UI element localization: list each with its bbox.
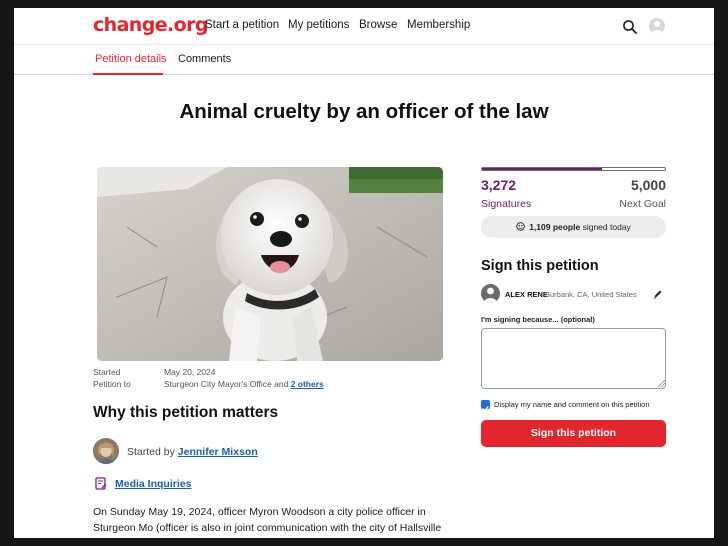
user-avatar-icon[interactable] <box>649 18 665 34</box>
why-heading: Why this petition matters <box>93 404 279 421</box>
display-name-label: Display my name and comment on this peti… <box>494 400 650 409</box>
search-icon[interactable] <box>622 19 638 35</box>
petition-to-targets: Sturgeon City Mayor's Office and <box>164 379 289 389</box>
goal-count: 5,000 <box>630 177 666 193</box>
pencil-icon[interactable] <box>653 289 663 299</box>
nav-membership[interactable]: Membership <box>407 19 470 31</box>
started-date: May 20, 2024 <box>164 367 216 377</box>
petition-photo <box>97 167 443 361</box>
story-line: Sturgeon Mo (officer is also in joint co… <box>93 522 442 534</box>
petition-title: Animal cruelty by an officer of the law <box>179 100 549 123</box>
started-by: Started by Jennifer Mixson <box>127 446 258 458</box>
signature-progress-fill <box>482 168 602 170</box>
nav-start-petition[interactable]: Start a petition <box>205 19 279 31</box>
signed-today-count: 1,109 people <box>529 222 581 232</box>
display-name-checkbox[interactable] <box>481 400 490 412</box>
goal-label: Next Goal <box>619 198 666 210</box>
reason-textarea[interactable] <box>481 328 666 389</box>
reason-label: I'm signing because... (optional) <box>481 315 595 324</box>
started-by-prefix: Started by <box>127 446 175 458</box>
sign-petition-heading: Sign this petition <box>481 258 599 274</box>
petition-story: On Sunday May 19, 2024, officer Myron Wo… <box>93 504 453 536</box>
nav-my-petitions[interactable]: My petitions <box>288 19 349 31</box>
browser-page: change.org Start a petition My petitions… <box>14 8 714 538</box>
tab-comments[interactable]: Comments <box>178 53 231 65</box>
story-line: On Sunday May 19, 2024, officer Myron Wo… <box>93 506 426 518</box>
signature-count: 3,272 <box>481 177 517 193</box>
starter-name-link[interactable]: Jennifer Mixson <box>178 446 258 458</box>
sign-petition-button[interactable]: Sign this petition <box>481 420 666 447</box>
signer-name: ALEX RENE <box>505 290 548 299</box>
petition-to-label: Petition to <box>93 379 131 389</box>
change-org-logo[interactable]: change.org <box>93 14 208 36</box>
signature-progress-bar <box>481 167 666 171</box>
active-tab-indicator <box>93 73 163 75</box>
people-icon <box>516 222 525 231</box>
signed-today-suffix: signed today <box>582 222 631 232</box>
top-navigation: change.org Start a petition My petitions… <box>14 8 714 45</box>
petition-to-others-link[interactable]: 2 others <box>291 379 324 389</box>
signer-location: Burbank, CA, United States <box>545 290 637 299</box>
media-inquiries-icon <box>95 477 107 490</box>
media-inquiries-link[interactable]: Media Inquiries <box>115 478 191 490</box>
signed-today-badge: 1,109 people signed today <box>481 216 666 238</box>
signer-avatar-icon <box>481 284 500 303</box>
started-label: Started <box>93 367 121 377</box>
petition-subnav: Petition details Comments <box>14 45 714 75</box>
nav-browse[interactable]: Browse <box>359 19 397 31</box>
petition-to-value: Sturgeon City Mayor's Office and 2 other… <box>164 379 324 389</box>
signature-label: Signatures <box>481 198 532 210</box>
resize-handle-icon[interactable] <box>658 380 665 387</box>
starter-avatar[interactable] <box>93 438 119 464</box>
checkmark-icon <box>482 405 489 412</box>
tab-petition-details[interactable]: Petition details <box>95 53 167 65</box>
